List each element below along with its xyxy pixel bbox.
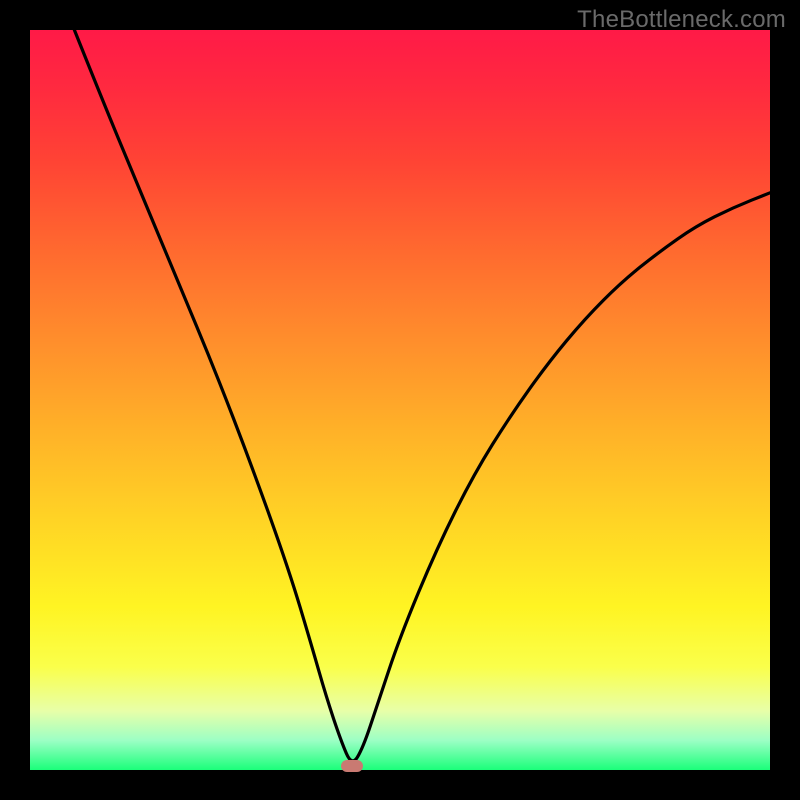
- chart-frame: TheBottleneck.com: [0, 0, 800, 800]
- plot-area: [30, 30, 770, 770]
- bottleneck-curve: [74, 30, 770, 761]
- watermark-text: TheBottleneck.com: [577, 6, 786, 34]
- minimum-marker: [341, 760, 363, 772]
- curve-svg: [30, 30, 770, 770]
